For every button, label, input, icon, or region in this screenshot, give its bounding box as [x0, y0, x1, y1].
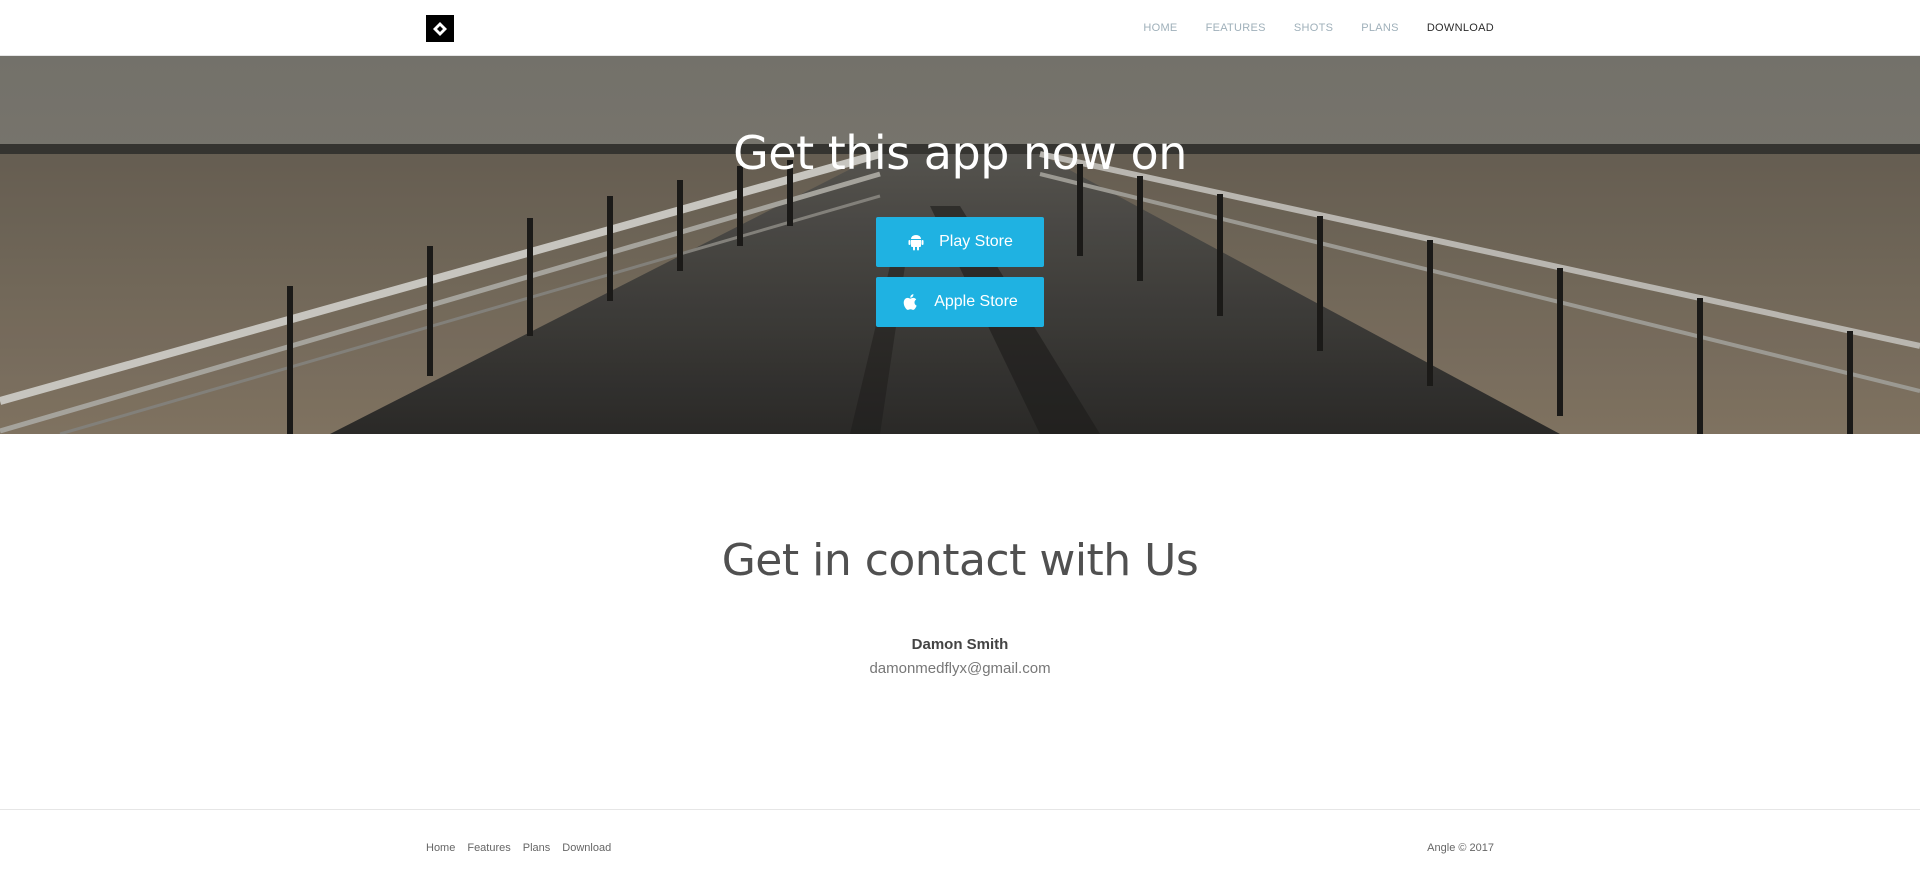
footer-link-plans[interactable]: Plans — [523, 842, 551, 854]
apple-store-label: Apple Store — [934, 293, 1018, 310]
nav-features[interactable]: FEATURES — [1206, 22, 1266, 34]
contact-name: Damon Smith — [911, 636, 1009, 653]
apple-store-button[interactable]: Apple Store — [876, 277, 1044, 327]
footer: Home Features Plans Download Angle © 201… — [0, 809, 1920, 887]
footer-link-home[interactable]: Home — [426, 842, 455, 854]
play-store-button[interactable]: Play Store — [876, 217, 1044, 267]
nav-home[interactable]: HOME — [1143, 22, 1177, 34]
footer-link-download[interactable]: Download — [562, 842, 611, 854]
footer-copyright: Angle © 2017 — [1427, 842, 1494, 854]
play-store-label: Play Store — [939, 233, 1013, 250]
main-nav: HOME FEATURES SHOTS PLANS DOWNLOAD — [1143, 0, 1494, 56]
nav-shots[interactable]: SHOTS — [1294, 22, 1333, 34]
diamond-logo-icon — [433, 21, 447, 36]
nav-plans[interactable]: PLANS — [1361, 22, 1399, 34]
footer-link-features[interactable]: Features — [467, 842, 510, 854]
hero-title: Get this app now on — [733, 126, 1187, 180]
nav-download[interactable]: DOWNLOAD — [1427, 22, 1494, 34]
top-navbar: HOME FEATURES SHOTS PLANS DOWNLOAD — [0, 0, 1920, 56]
android-icon — [908, 235, 924, 251]
apple-icon — [903, 294, 917, 310]
footer-links: Home Features Plans Download — [426, 842, 611, 854]
contact-email[interactable]: damonmedflyx@gmail.com — [0, 660, 1920, 677]
logo[interactable] — [426, 15, 454, 42]
contact-title: Get in contact with Us — [721, 535, 1199, 586]
download-hero: Get this app now on Play Store Apple Sto… — [0, 56, 1920, 434]
